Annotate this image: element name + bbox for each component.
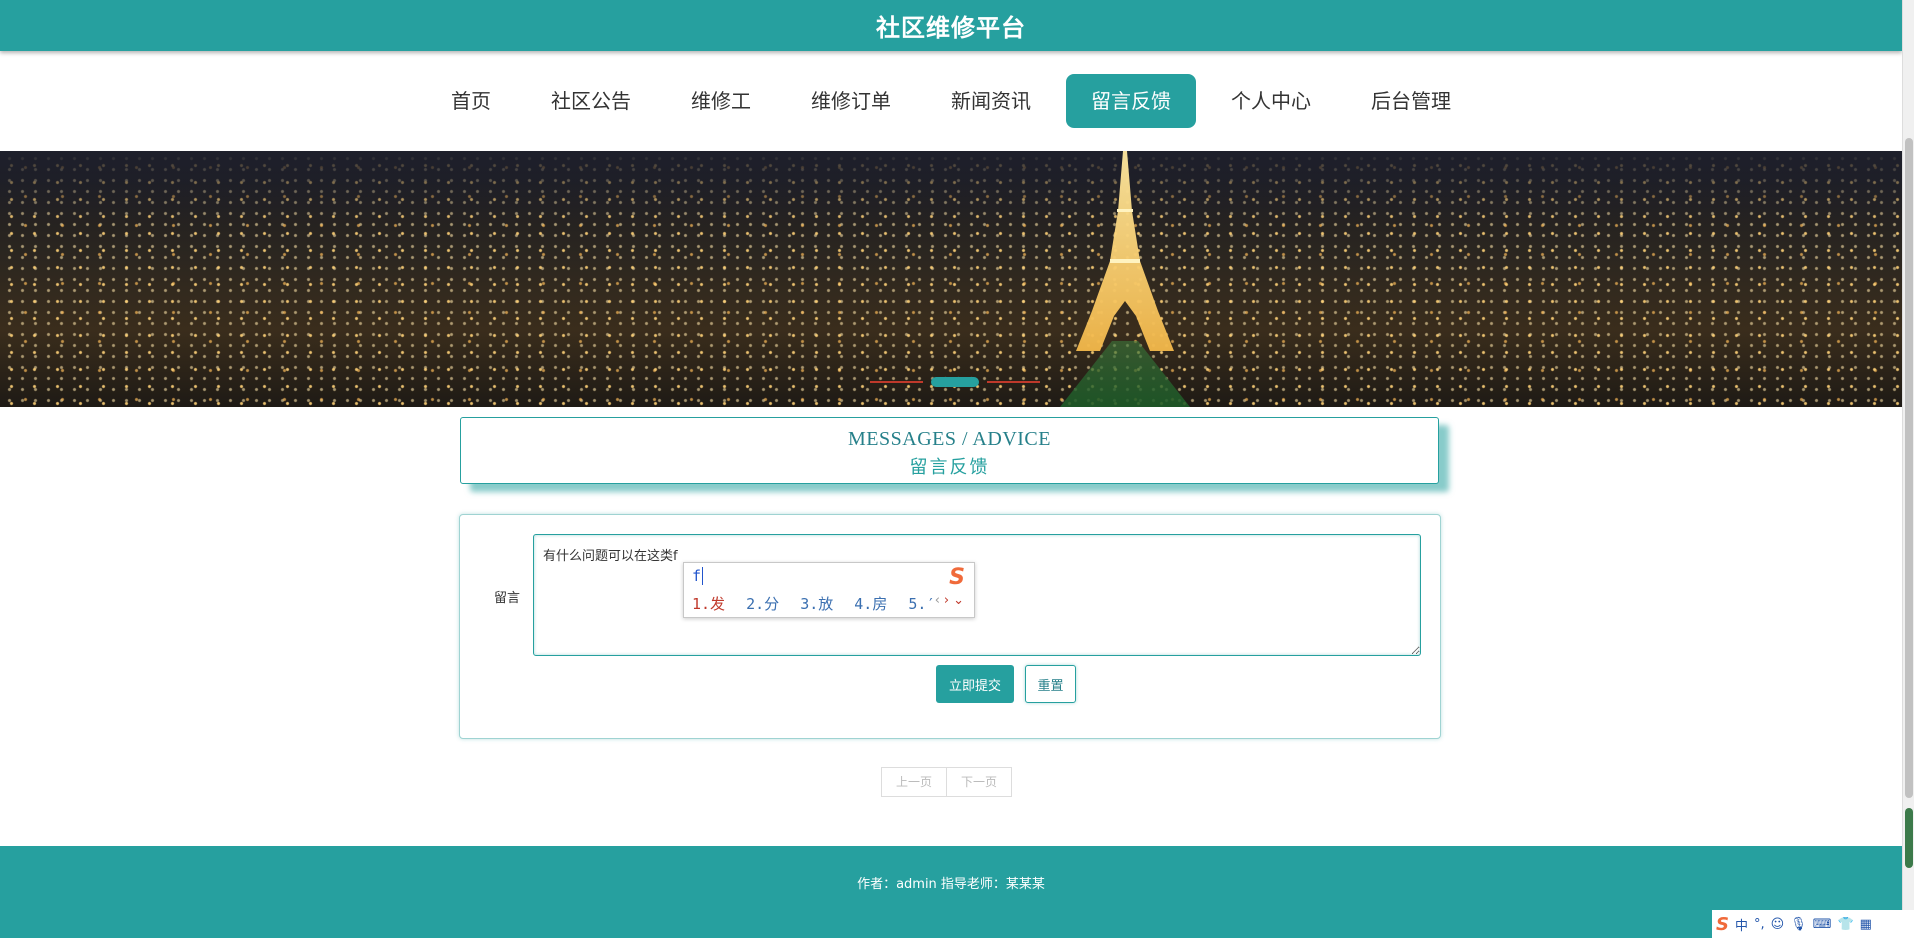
ime-page-arrows: ‹›⌄ [935,593,968,608]
carousel-indicators [870,376,1040,388]
main-nav: 首页 社区公告 维修工 维修订单 新闻资讯 留言反馈 个人中心 后台管理 [0,51,1902,151]
nav-feedback[interactable]: 留言反馈 [1066,74,1196,128]
ime-toolbar: S 中 °, ☺ 🎙 ⌨ 👕 ▦ [1712,910,1914,938]
eiffel-tower-image [1076,151,1174,351]
reset-button[interactable]: 重置 [1025,665,1076,703]
chevron-right-icon[interactable]: › [944,593,953,608]
nav-news[interactable]: 新闻资讯 [926,74,1056,128]
feedback-form: 留言 立即提交 重置 [459,514,1441,739]
ime-typed-text: f [692,567,704,585]
ime-candidate[interactable]: 3.放 [800,595,833,613]
keyboard-icon[interactable]: ⌨ [1813,917,1832,932]
ime-candidate[interactable]: 5.′ [908,595,935,613]
message-label: 留言 [494,591,521,606]
message-textarea[interactable] [533,534,1421,656]
nav-announcements[interactable]: 社区公告 [526,74,656,128]
sogou-logo-icon[interactable]: S [1716,914,1729,935]
ime-candidate[interactable]: 4.房 [854,595,887,613]
next-page-button[interactable]: 下一页 [947,767,1013,797]
top-header: 社区维修平台 [0,0,1902,51]
site-title: 社区维修平台 [876,14,1026,42]
footer-credit: 作者：admin 指导老师：某某某 [857,876,1045,892]
ime-candidate[interactable]: 1.发 [692,595,725,613]
sogou-logo-icon: S [949,565,965,590]
emoji-icon[interactable]: ☺ [1771,917,1785,932]
section-title-cn: 留言反馈 [909,457,990,478]
chevron-down-icon[interactable]: ⌄ [953,593,968,608]
nav-repair-orders[interactable]: 维修订单 [786,74,916,128]
ime-language-toggle[interactable]: 中 [1735,915,1748,934]
section-heading: MESSAGES / ADVICE 留言反馈 [460,417,1439,484]
microphone-icon[interactable]: 🎙 [1790,917,1807,932]
grid-icon[interactable]: ▦ [1860,917,1872,932]
chevron-left-icon[interactable]: ‹ [935,593,944,608]
footer: 作者：admin 指导老师：某某某 [0,846,1902,938]
ime-candidate-list: 1.发 2.分 3.放 4.房 5.′ [692,593,947,614]
nav-repairmen[interactable]: 维修工 [666,74,776,128]
nav-admin[interactable]: 后台管理 [1346,74,1476,128]
ime-candidate-popup: f S 1.发 2.分 3.放 4.房 5.′ ‹›⌄ [683,562,975,618]
banner-carousel [0,151,1902,407]
nav-profile[interactable]: 个人中心 [1206,74,1336,128]
section-title-en: MESSAGES / ADVICE [848,428,1051,450]
carousel-indicator-active[interactable] [930,377,980,387]
nav-home[interactable]: 首页 [426,74,516,128]
skin-icon[interactable]: 👕 [1837,917,1853,932]
ime-candidate[interactable]: 2.分 [746,595,779,613]
carousel-indicator[interactable] [870,381,923,383]
page: 社区维修平台 首页 社区公告 维修工 维修订单 新闻资讯 留言反馈 个人中心 后… [0,0,1914,938]
pagination: 上一页 下一页 [881,767,1013,797]
scrollbar-thumb[interactable] [1905,138,1913,798]
page-scrollbar[interactable] [1902,0,1914,938]
carousel-indicator[interactable] [987,381,1040,383]
submit-button[interactable]: 立即提交 [936,665,1014,703]
prev-page-button[interactable]: 上一页 [881,767,948,797]
punctuation-icon[interactable]: °, [1754,917,1765,932]
